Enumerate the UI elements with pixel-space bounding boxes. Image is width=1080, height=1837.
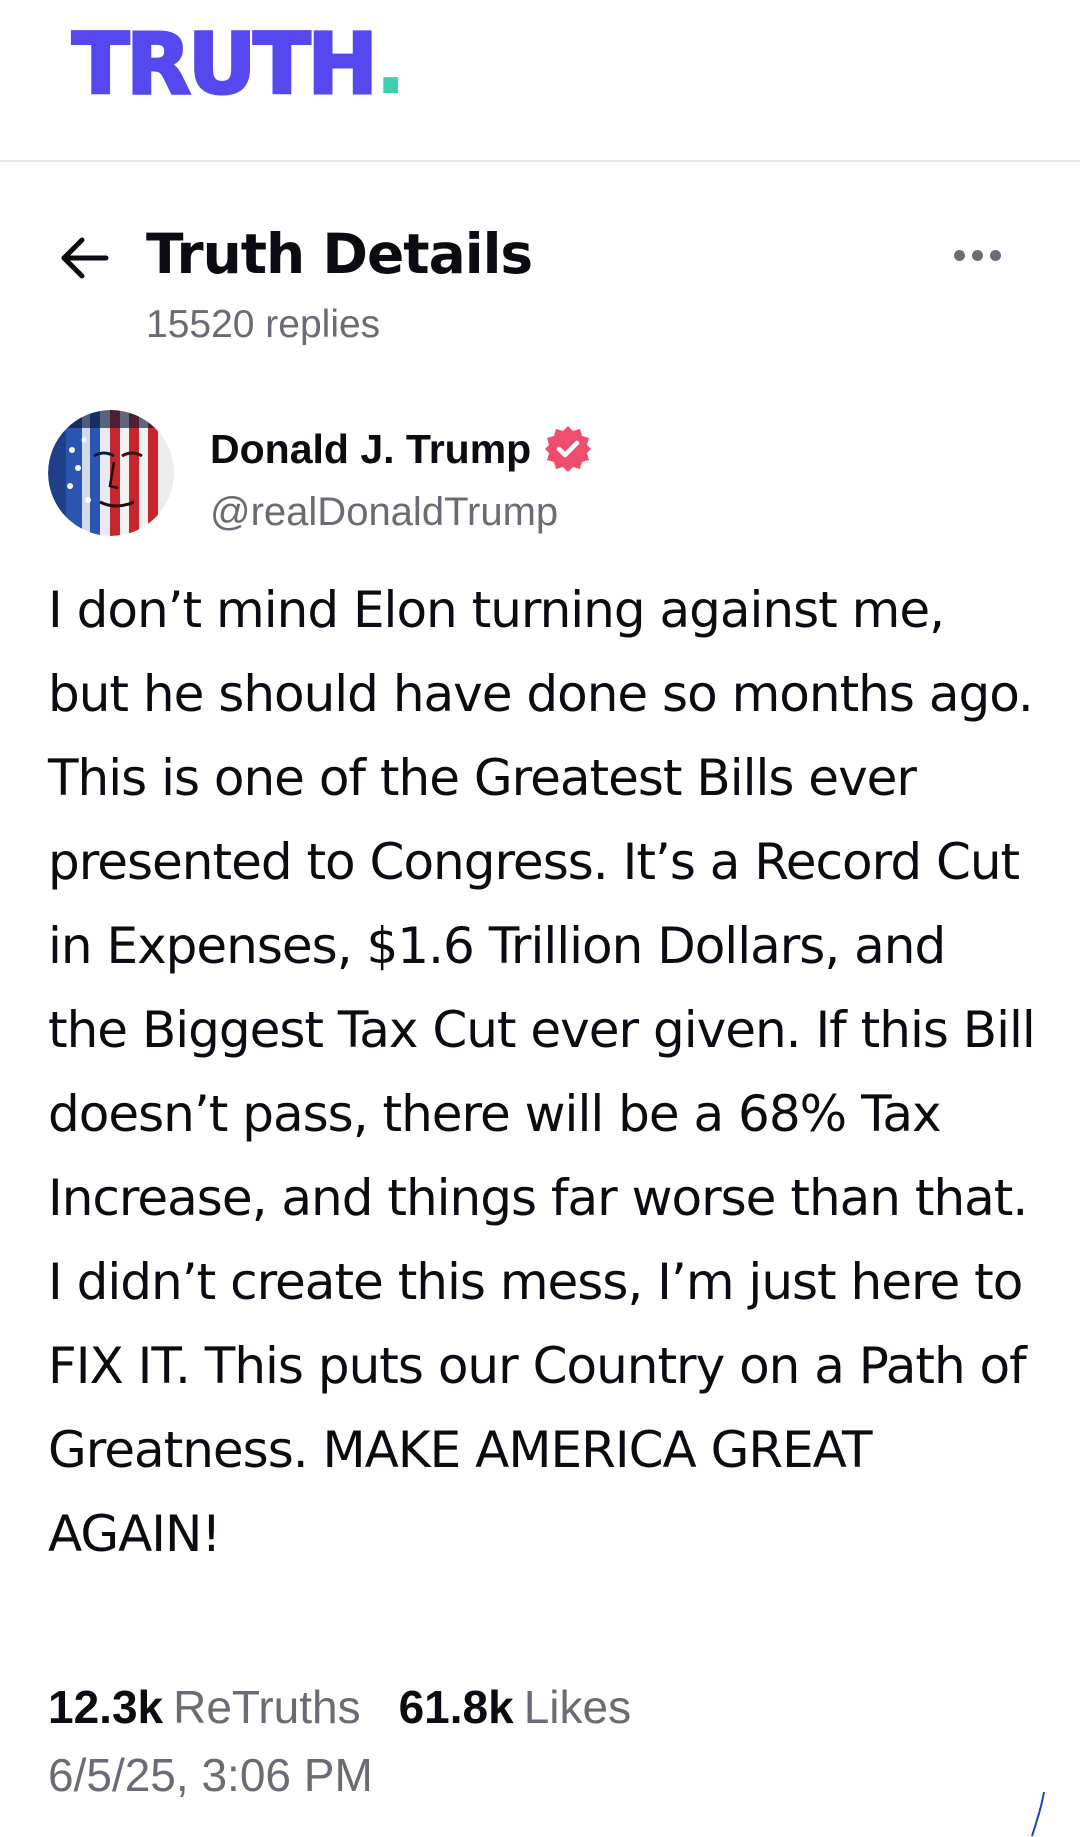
post-text: I don’t mind Elon turning against me, bu… bbox=[48, 581, 1036, 1563]
post-author: Donald J. Trump @realDonaldTrump bbox=[0, 410, 1080, 540]
likes-count: 61.8k bbox=[398, 1681, 514, 1733]
truth-logo[interactable]: TRUTH. bbox=[71, 21, 407, 108]
retruths-label: ReTruths bbox=[173, 1681, 361, 1733]
back-button[interactable] bbox=[56, 230, 112, 286]
post-stats: 12.3k ReTruths 61.8k Likes bbox=[48, 1680, 631, 1734]
likes-stat[interactable]: 61.8k Likes bbox=[399, 1681, 632, 1733]
verified-badge-icon bbox=[545, 426, 592, 472]
logo-text: TRUTH bbox=[71, 15, 380, 113]
author-name-row: Donald J. Trump bbox=[210, 424, 593, 474]
more-horizontal-icon bbox=[972, 250, 983, 261]
top-bar: TRUTH. bbox=[0, 0, 1080, 162]
logo-dot: . bbox=[374, 15, 407, 113]
retruths-stat[interactable]: 12.3k ReTruths bbox=[48, 1681, 361, 1733]
author-handle[interactable]: @realDonaldTrump bbox=[210, 490, 558, 535]
more-horizontal-icon bbox=[990, 250, 1001, 261]
pen-mark bbox=[1031, 1791, 1045, 1837]
author-name[interactable]: Donald J. Trump bbox=[210, 428, 531, 470]
page-title: Truth Details bbox=[146, 222, 533, 286]
avatar-image bbox=[48, 410, 174, 536]
arrow-left-icon bbox=[61, 237, 109, 279]
likes-label: Likes bbox=[523, 1681, 632, 1733]
post-timestamp: 6/5/25, 3:06 PM bbox=[48, 1749, 373, 1801]
more-options-button[interactable] bbox=[954, 248, 1012, 268]
more-horizontal-icon bbox=[954, 250, 965, 261]
avatar[interactable] bbox=[48, 410, 174, 536]
page-header: Truth Details 15520 replies bbox=[0, 200, 1080, 360]
retruths-count: 12.3k bbox=[48, 1681, 164, 1733]
replies-count: 15520 replies bbox=[146, 303, 381, 346]
